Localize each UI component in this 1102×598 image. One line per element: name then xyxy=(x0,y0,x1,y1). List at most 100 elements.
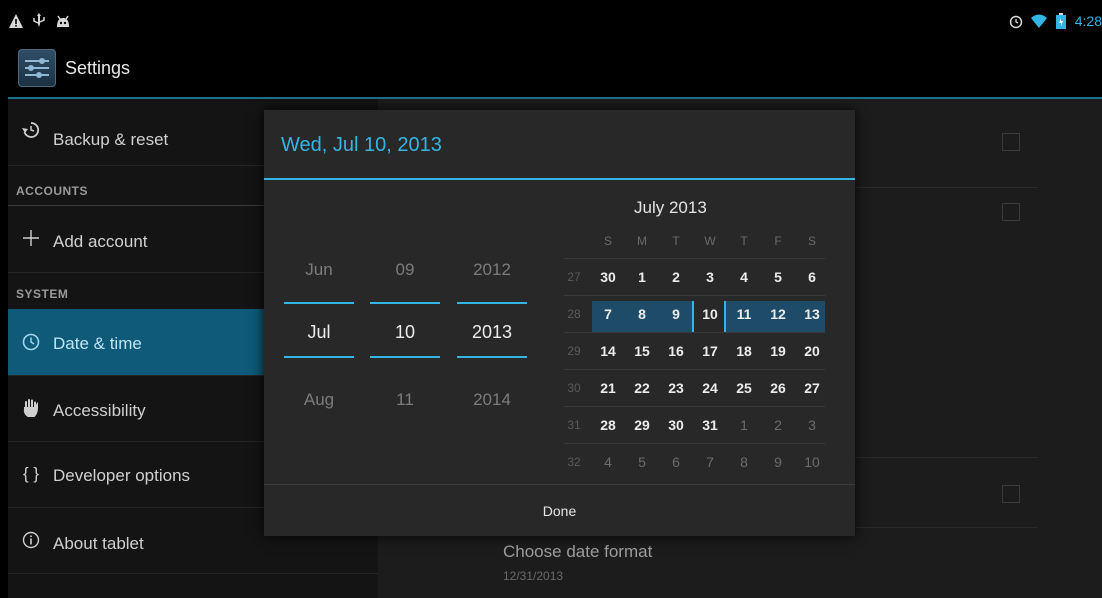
calendar-day[interactable]: 30 xyxy=(596,269,620,285)
calendar-day[interactable]: 5 xyxy=(630,454,654,470)
sidebar-item-label: Accessibility xyxy=(53,401,146,420)
calendar-day[interactable]: 2 xyxy=(766,417,790,433)
calendar-row-divider xyxy=(564,369,825,370)
calendar-month-label: July 2013 xyxy=(634,198,707,217)
auto-timezone-checkbox[interactable] xyxy=(1002,203,1020,221)
calendar-row-divider xyxy=(564,443,825,444)
calendar-day[interactable]: 9 xyxy=(664,306,688,322)
calendar-day[interactable]: 8 xyxy=(732,454,756,470)
calendar-row-divider xyxy=(564,258,825,259)
clock-icon xyxy=(20,333,42,356)
calendar-day[interactable]: 1 xyxy=(732,417,756,433)
day-next[interactable]: 11 xyxy=(370,390,440,410)
calendar-day[interactable]: 25 xyxy=(732,380,756,396)
calendar-day[interactable]: 12 xyxy=(766,306,790,322)
braces-icon: { } xyxy=(22,464,40,483)
section-header-label: ACCOUNTS xyxy=(16,184,88,198)
calendar-day[interactable]: 7 xyxy=(698,454,722,470)
plus-icon xyxy=(20,227,42,253)
weekday-header: S xyxy=(603,234,612,248)
week-number: 28 xyxy=(567,307,581,321)
usb-icon xyxy=(32,13,46,29)
calendar-day[interactable]: 10 xyxy=(800,454,824,470)
weekday-header: F xyxy=(774,234,782,248)
spinner-divider xyxy=(370,302,440,304)
calendar-day[interactable]: 23 xyxy=(664,380,688,396)
month-current[interactable]: Jul xyxy=(284,322,354,343)
calendar-day[interactable]: 10 xyxy=(698,306,722,322)
calendar-day[interactable]: 6 xyxy=(664,454,688,470)
year-prev[interactable]: 2012 xyxy=(457,260,527,280)
calendar-day[interactable]: 21 xyxy=(596,380,620,396)
calendar-day[interactable]: 31 xyxy=(698,417,722,433)
date-format-title[interactable]: Choose date format xyxy=(503,542,652,562)
calendar-day[interactable]: 8 xyxy=(630,306,654,322)
calendar-row-divider xyxy=(564,295,825,296)
week-number: 27 xyxy=(567,270,581,284)
calendar-day[interactable]: 18 xyxy=(732,343,756,359)
calendar-row-divider xyxy=(564,406,825,407)
spinner-divider xyxy=(284,356,354,358)
action-bar: Settings xyxy=(8,34,1102,99)
sidebar-item-label: Add account xyxy=(53,232,148,251)
calendar-day[interactable]: 4 xyxy=(732,269,756,285)
year-next[interactable]: 2014 xyxy=(457,390,527,410)
section-header-label: SYSTEM xyxy=(16,287,69,301)
calendar-day[interactable]: 27 xyxy=(800,380,824,396)
calendar-day[interactable]: 17 xyxy=(698,343,722,359)
month-prev[interactable]: Jun xyxy=(284,260,354,280)
auto-date-checkbox[interactable] xyxy=(1002,133,1020,151)
hand-icon xyxy=(20,399,42,422)
date-format-value: 12/31/2013 xyxy=(503,569,564,583)
calendar-day[interactable]: 19 xyxy=(766,343,790,359)
calendar-day[interactable]: 22 xyxy=(630,380,654,396)
calendar-day[interactable]: 29 xyxy=(630,417,654,433)
day-prev[interactable]: 09 xyxy=(370,260,440,280)
spinner-divider xyxy=(284,302,354,304)
weekday-header: W xyxy=(704,234,716,248)
calendar-day[interactable]: 11 xyxy=(732,306,756,322)
done-button[interactable]: Done xyxy=(264,485,855,537)
android-debug-icon xyxy=(54,13,72,29)
calendar-day[interactable]: 13 xyxy=(800,306,824,322)
month-next[interactable]: Aug xyxy=(284,390,354,410)
clock-time: 4:28 xyxy=(1074,13,1102,29)
calendar-day[interactable]: 2 xyxy=(664,269,688,285)
calendar-day[interactable]: 6 xyxy=(800,269,824,285)
calendar-day[interactable]: 26 xyxy=(766,380,790,396)
battery-icon xyxy=(1056,13,1066,29)
sidebar-item-label: Backup & reset xyxy=(53,130,169,149)
use-24-hour-checkbox[interactable] xyxy=(1002,485,1020,503)
day-current[interactable]: 10 xyxy=(370,322,440,343)
calendar-day[interactable]: 4 xyxy=(596,454,620,470)
weekday-header: T xyxy=(740,234,748,248)
dialog-title: Wed, Jul 10, 2013 xyxy=(281,134,442,156)
app-title: Settings xyxy=(65,58,131,78)
week-number: 29 xyxy=(567,344,581,358)
calendar-day[interactable]: 7 xyxy=(596,306,620,322)
dialog-footer: Done xyxy=(264,484,855,537)
calendar-day[interactable]: 28 xyxy=(596,417,620,433)
screen: 4:28 Settings Backup & reset ACCOUNTS Ad… xyxy=(0,0,1102,598)
calendar-day[interactable]: 14 xyxy=(596,343,620,359)
week-number: 32 xyxy=(567,455,581,469)
calendar-day[interactable]: 1 xyxy=(630,269,654,285)
wifi-icon xyxy=(1030,13,1048,29)
calendar-day[interactable]: 3 xyxy=(800,417,824,433)
backup-restore-icon xyxy=(20,121,42,144)
warning-icon xyxy=(8,13,24,29)
calendar-day[interactable]: 30 xyxy=(664,417,688,433)
spinner-divider xyxy=(457,302,527,304)
settings-sliders-icon[interactable] xyxy=(18,49,56,87)
weekday-header: M xyxy=(637,234,647,248)
calendar-day[interactable]: 5 xyxy=(766,269,790,285)
spinner-divider xyxy=(370,356,440,358)
calendar-day[interactable]: 16 xyxy=(664,343,688,359)
calendar-day[interactable]: 15 xyxy=(630,343,654,359)
calendar-day[interactable]: 24 xyxy=(698,380,722,396)
week-number: 31 xyxy=(567,418,581,432)
calendar-day[interactable]: 9 xyxy=(766,454,790,470)
year-current[interactable]: 2013 xyxy=(457,322,527,343)
calendar-day[interactable]: 3 xyxy=(698,269,722,285)
calendar-day[interactable]: 20 xyxy=(800,343,824,359)
